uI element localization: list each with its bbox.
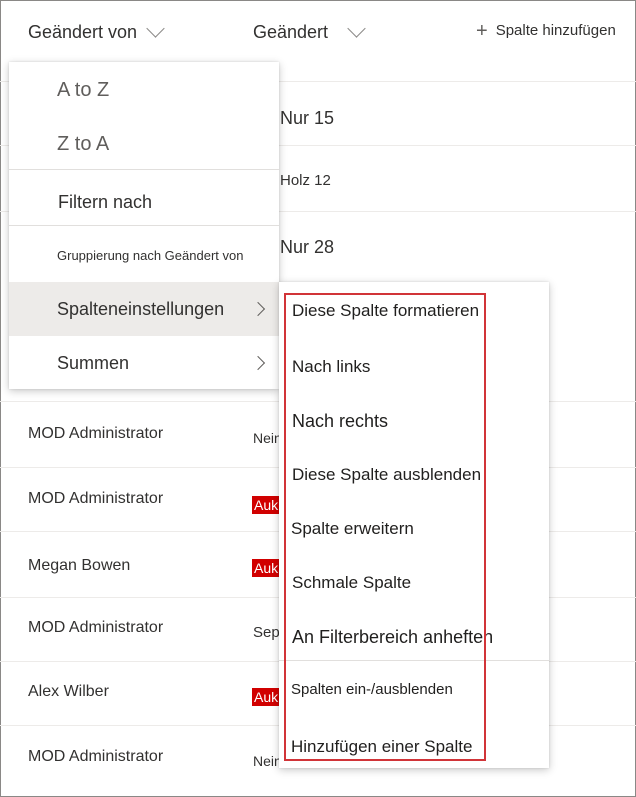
- menu-item-label: A to Z: [57, 78, 110, 101]
- narrow-column[interactable]: Schmale Spalte: [292, 573, 411, 593]
- plus-icon: +: [476, 19, 488, 42]
- menu-divider: [279, 660, 549, 661]
- status-badge: Auk: [252, 559, 281, 577]
- add-column-label: Spalte hinzufügen: [495, 22, 616, 39]
- status-badge: Auk: [252, 688, 281, 706]
- column-header-label: Geändert von: [28, 22, 138, 42]
- table-cell: Sep: [253, 624, 280, 641]
- table-cell: Nein: [253, 430, 282, 446]
- column-header-changed-by[interactable]: Geändert von: [28, 19, 165, 43]
- menu-divider: [9, 169, 279, 170]
- menu-item-label: Z to A: [57, 132, 110, 155]
- chevron-down-icon[interactable]: [347, 19, 366, 38]
- table-cell-author[interactable]: MOD Administrator: [28, 490, 163, 508]
- menu-item-label: Spalteneinstellungen: [57, 298, 225, 319]
- list-header: Geändert von Geändert + Spalte hinzufüge…: [0, 0, 636, 62]
- menu-item-label: Filtern nach: [58, 191, 153, 212]
- pin-to-filter-pane[interactable]: An Filterbereich anheften: [292, 627, 493, 648]
- table-cell: Nur 28: [280, 237, 335, 257]
- table-cell-author[interactable]: Megan Bowen: [28, 557, 130, 575]
- status-badge: Auk: [252, 496, 281, 514]
- sort-z-to-a[interactable]: Z to A: [9, 117, 279, 171]
- menu-item-label: Summen: [57, 352, 130, 373]
- chevron-right-icon: [250, 301, 266, 317]
- group-by[interactable]: Gruppierung nach Geändert von: [9, 228, 279, 282]
- widen-column[interactable]: Spalte erweitern: [291, 519, 414, 539]
- menu-item-label: Gruppierung nach Geändert von: [57, 247, 244, 263]
- move-right[interactable]: Nach rechts: [292, 411, 388, 432]
- totals[interactable]: Summen: [9, 336, 279, 390]
- table-cell-author[interactable]: MOD Administrator: [28, 425, 163, 443]
- column-settings-submenu: Diese Spalte formatieren Nach links Nach…: [279, 282, 549, 768]
- column-settings[interactable]: Spalteneinstellungen: [9, 282, 279, 336]
- table-cell-author[interactable]: MOD Administrator: [28, 619, 163, 637]
- table-cell: Holz 12: [280, 172, 331, 189]
- sort-a-to-z[interactable]: A to Z: [9, 63, 279, 117]
- column-header-label: Geändert: [253, 22, 329, 42]
- column-header-changed[interactable]: Geändert: [253, 19, 366, 43]
- chevron-right-icon: [250, 355, 266, 371]
- table-cell-author[interactable]: Alex Wilber: [28, 683, 109, 701]
- add-column[interactable]: Hinzufügen einer Spalte: [291, 737, 472, 757]
- move-left[interactable]: Nach links: [292, 357, 370, 377]
- chevron-down-icon[interactable]: [146, 19, 165, 38]
- table-cell: Nein: [253, 753, 282, 769]
- show-hide-columns[interactable]: Spalten ein-/ausblenden: [291, 681, 453, 698]
- add-column-button[interactable]: + Spalte hinzufügen: [476, 19, 616, 42]
- format-column[interactable]: Diese Spalte formatieren: [292, 301, 479, 321]
- menu-divider: [9, 225, 279, 226]
- hide-column[interactable]: Diese Spalte ausblenden: [292, 465, 481, 485]
- filter-by[interactable]: Filtern nach: [9, 175, 279, 229]
- table-cell-author[interactable]: MOD Administrator: [28, 748, 163, 766]
- column-menu: A to Z Z to A Filtern nach Gruppierung n…: [9, 62, 279, 389]
- table-cell: Nur 15: [280, 108, 335, 128]
